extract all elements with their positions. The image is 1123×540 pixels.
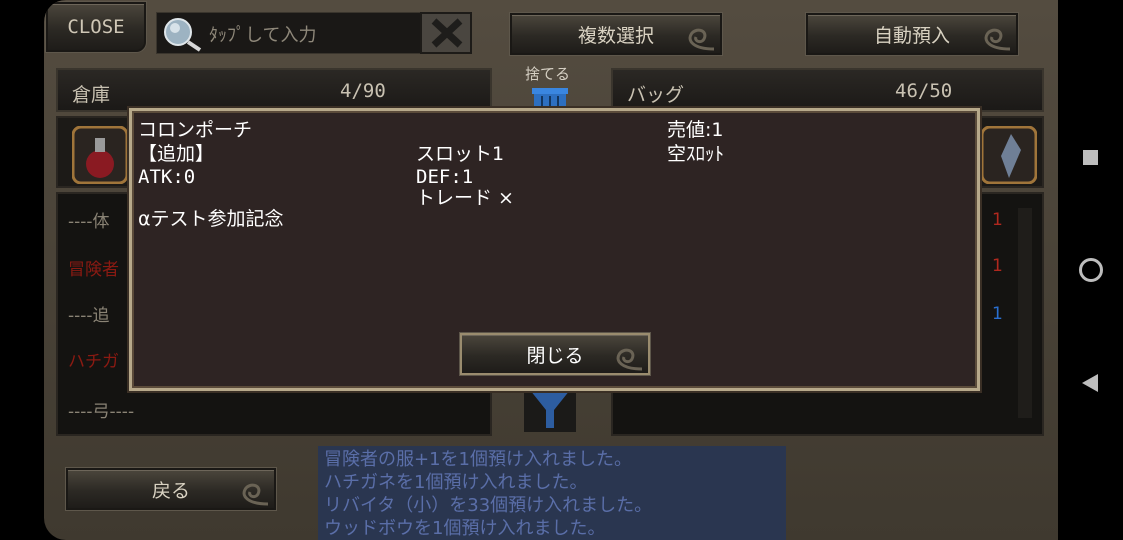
auto-deposit-label: 自動預入: [873, 24, 950, 47]
item-trade: トレード ×: [416, 187, 514, 209]
swirl-ornament-icon: [688, 28, 715, 51]
row-label: ----弓----: [68, 401, 135, 422]
bag-count: 46/50: [895, 80, 953, 102]
item-note: αテスト参加記念: [138, 208, 284, 230]
crystal-icon[interactable]: [980, 125, 1038, 188]
log-line: ハチガネを1個預け入れました。: [324, 472, 588, 493]
log-line: 冒険者の服+1を1個預け入れました。: [324, 449, 632, 470]
close-button-label: CLOSE: [67, 16, 125, 38]
item-detail-popup: コロンポーチ 【追加】 ATK:0 αテスト参加記念 スロット1 DEF:1 ト…: [129, 108, 980, 391]
swirl-ornament-icon: [616, 348, 643, 371]
transfer-arrow-icon: [522, 388, 578, 436]
bag-title: バッグ: [627, 84, 685, 106]
home-circle-icon[interactable]: [1079, 258, 1103, 282]
item-empty-slot: 空ｽﾛｯﾄ: [667, 143, 725, 165]
item-qty: 1: [992, 256, 1003, 276]
multi-select-label: 複数選択: [577, 24, 654, 47]
row-label: ----体: [68, 211, 110, 232]
item-atk: ATK:0: [138, 166, 196, 188]
clear-search-button[interactable]: [420, 12, 472, 54]
row-label: 冒険者: [68, 259, 119, 280]
search-icon: [160, 16, 210, 56]
row-label: ハチガ: [68, 351, 119, 372]
storage-count: 4/90: [340, 80, 386, 102]
potion-icon[interactable]: [71, 125, 129, 188]
storage-header: 倉庫 4/90: [56, 68, 492, 112]
message-log: 冒険者の服+1を1個預け入れました。 ハチガネを1個預け入れました。 リバイタ（…: [318, 446, 786, 540]
discard-label: 捨てる: [525, 65, 571, 83]
back-triangle-icon[interactable]: [1082, 374, 1098, 396]
log-line: リバイタ（小）を33個預け入れました。: [324, 495, 653, 516]
item-qty: 1: [992, 210, 1003, 230]
swirl-ornament-icon: [242, 483, 269, 506]
back-button[interactable]: 戻る: [66, 468, 276, 510]
item-name: コロンポーチ: [138, 119, 253, 141]
bag-header: バッグ 46/50: [611, 68, 1044, 112]
item-qty: 1: [992, 304, 1003, 324]
item-tag: 【追加】: [138, 143, 215, 165]
system-nav-bar: [1058, 0, 1123, 540]
clear-x-icon: [430, 17, 464, 53]
popup-close-label: 閉じる: [526, 344, 584, 367]
recents-square-icon[interactable]: [1083, 150, 1098, 165]
item-slot: スロット1: [416, 143, 505, 165]
search-bar[interactable]: ﾀｯﾌﾟして入力: [156, 12, 446, 54]
back-label: 戻る: [151, 479, 190, 502]
list-item[interactable]: ----弓----: [58, 386, 490, 432]
item-sell-price: 売値:1: [667, 119, 724, 141]
storage-title: 倉庫: [72, 84, 111, 106]
item-def: DEF:1: [416, 166, 474, 188]
close-button[interactable]: CLOSE: [46, 2, 146, 52]
row-label: ----追: [68, 305, 110, 326]
bag-scrollbar[interactable]: [1018, 208, 1032, 418]
search-input[interactable]: ﾀｯﾌﾟして入力: [209, 21, 316, 47]
log-line: ウッドボウを1個預け入れました。: [324, 518, 606, 539]
swirl-ornament-icon: [984, 28, 1011, 51]
popup-close-button[interactable]: 閉じる: [460, 333, 650, 375]
multi-select-button[interactable]: 複数選択: [510, 13, 722, 55]
auto-deposit-button[interactable]: 自動預入: [806, 13, 1018, 55]
